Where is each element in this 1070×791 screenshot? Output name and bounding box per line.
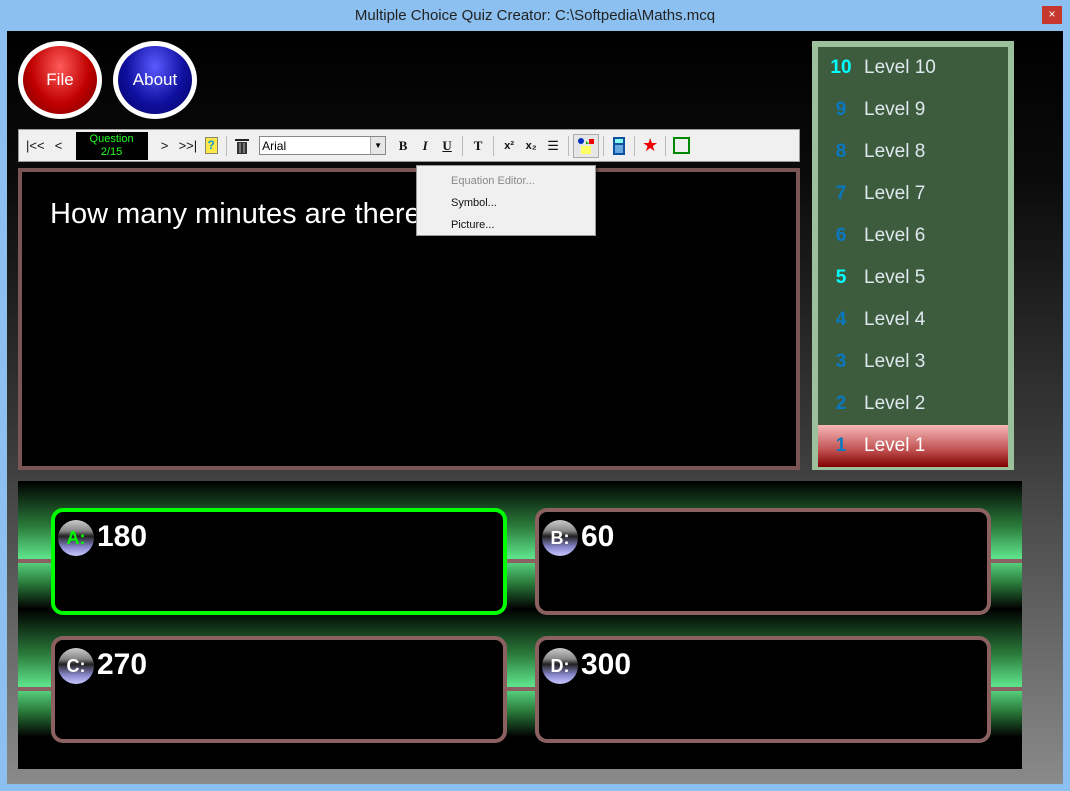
- level-item[interactable]: 5 Level 5: [818, 257, 1008, 299]
- level-label: Level 7: [864, 183, 926, 204]
- level-item[interactable]: 7 Level 7: [818, 173, 1008, 215]
- close-button[interactable]: ×: [1042, 6, 1062, 24]
- level-list: 10 Level 10 9 Level 9 8 Level 8 7 Level 7 6 Level…: [812, 41, 1014, 470]
- question-number: 2/15: [100, 145, 123, 158]
- question-editor[interactable]: How many minutes are there in 3 hours?: [18, 168, 800, 470]
- subscript-button[interactable]: x₂: [520, 134, 542, 158]
- level-label: Level 5: [864, 267, 926, 288]
- answer-option[interactable]: B: 60: [535, 508, 991, 615]
- italic-button[interactable]: I: [414, 134, 436, 158]
- file-label: File: [23, 46, 97, 114]
- level-item[interactable]: 8 Level 8: [818, 131, 1008, 173]
- delete-trash-icon[interactable]: [231, 134, 253, 158]
- answer-key-badge: D:: [542, 648, 578, 684]
- level-number: 3: [835, 351, 847, 372]
- separator: [568, 135, 570, 156]
- level-label: Level 9: [864, 99, 926, 120]
- menu-item[interactable]: Picture...: [417, 214, 595, 236]
- separator: [226, 135, 228, 156]
- color-box-icon[interactable]: [670, 134, 693, 158]
- level-number: 9: [835, 99, 847, 120]
- menu-item[interactable]: Symbol...: [417, 192, 595, 214]
- answer-text[interactable]: 60: [581, 520, 614, 554]
- level-label: Level 4: [864, 309, 926, 330]
- file-button[interactable]: File: [18, 41, 102, 119]
- question-label: Question: [89, 132, 134, 145]
- bold-button[interactable]: B: [392, 134, 414, 158]
- level-label: Level 8: [864, 141, 926, 162]
- answer-key-badge: A:: [58, 520, 94, 556]
- window-title: Multiple Choice Quiz Creator: C:\Softped…: [354, 7, 716, 24]
- prev-question-button[interactable]: <: [48, 134, 70, 158]
- level-item[interactable]: 1 Level 1: [818, 425, 1008, 467]
- answer-key-badge: B:: [542, 520, 578, 556]
- main-area: File About |<< < Question 2/15 > >>| ? Ar…: [7, 31, 1063, 784]
- level-item[interactable]: 4 Level 4: [818, 299, 1008, 341]
- font-select[interactable]: Arial ▼: [259, 136, 387, 155]
- insert-object-icon[interactable]: [573, 133, 600, 158]
- level-label: Level 3: [864, 351, 926, 372]
- separator: [634, 135, 636, 156]
- level-label: Level 6: [864, 225, 926, 246]
- title-bar: Multiple Choice Quiz Creator: C:\Softped…: [0, 0, 1070, 31]
- text-style-button[interactable]: T: [467, 134, 489, 158]
- level-number: 10: [830, 57, 852, 78]
- answer-key-badge: C:: [58, 648, 94, 684]
- level-number: 2: [835, 393, 847, 414]
- level-item[interactable]: 6 Level 6: [818, 215, 1008, 257]
- level-number: 5: [835, 267, 847, 288]
- help-icon[interactable]: ?: [200, 134, 222, 158]
- separator: [665, 135, 667, 156]
- star-icon[interactable]: ★: [639, 134, 661, 158]
- superscript-button[interactable]: x²: [498, 134, 520, 158]
- level-item[interactable]: 2 Level 2: [818, 383, 1008, 425]
- font-value: Arial: [262, 138, 287, 153]
- answer-text[interactable]: 180: [97, 520, 147, 554]
- separator: [603, 135, 605, 156]
- about-button[interactable]: About: [113, 41, 197, 119]
- question-counter: Question 2/15: [75, 131, 148, 160]
- separator: [493, 135, 495, 156]
- level-number: 7: [835, 183, 847, 204]
- level-item[interactable]: 3 Level 3: [818, 341, 1008, 383]
- last-question-button[interactable]: >>|: [176, 134, 201, 158]
- separator: [462, 135, 464, 156]
- level-label: Level 10: [864, 57, 936, 78]
- underline-button[interactable]: U: [436, 134, 458, 158]
- answer-option[interactable]: A: 180: [51, 508, 507, 615]
- menu-item[interactable]: Equation Editor...: [417, 170, 595, 192]
- chevron-down-icon[interactable]: ▼: [370, 137, 386, 154]
- level-number: 1: [835, 435, 847, 456]
- level-item[interactable]: 10 Level 10: [818, 47, 1008, 89]
- calculator-icon[interactable]: [608, 134, 630, 158]
- answer-text[interactable]: 300: [581, 648, 631, 682]
- level-item[interactable]: 9 Level 9: [818, 89, 1008, 131]
- answer-text[interactable]: 270: [97, 648, 147, 682]
- level-label: Level 1: [864, 435, 926, 456]
- next-question-button[interactable]: >: [154, 134, 176, 158]
- insert-menu: Equation Editor... Symbol... Picture...: [416, 165, 596, 236]
- first-question-button[interactable]: |<<: [23, 134, 48, 158]
- level-number: 4: [835, 309, 847, 330]
- about-label: About: [118, 46, 192, 114]
- answer-option[interactable]: D: 300: [535, 636, 991, 743]
- level-label: Level 2: [864, 393, 926, 414]
- bullet-list-icon[interactable]: ☰: [542, 134, 564, 158]
- answers-area: A: 180 B: 60 C: 270 D: 300: [18, 481, 1022, 769]
- level-number: 8: [835, 141, 847, 162]
- level-number: 6: [835, 225, 847, 246]
- answer-option[interactable]: C: 270: [51, 636, 507, 743]
- toolbar: |<< < Question 2/15 > >>| ? Arial ▼ B I U …: [18, 129, 800, 162]
